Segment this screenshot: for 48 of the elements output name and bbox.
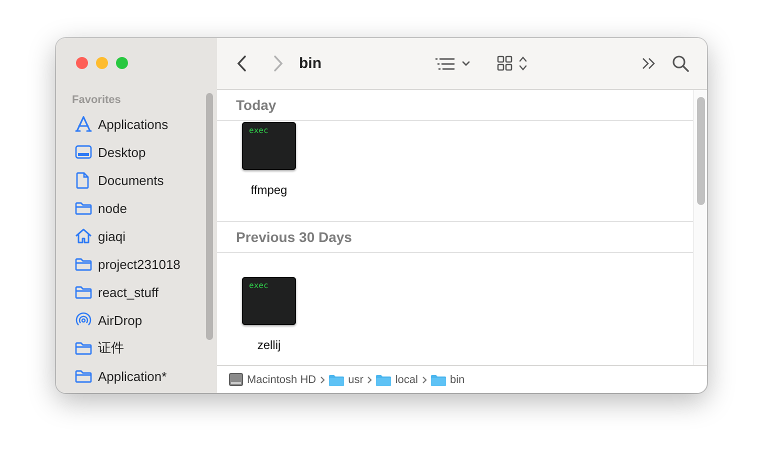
forward-icon[interactable] bbox=[273, 55, 283, 72]
section-header: Today bbox=[217, 90, 693, 121]
search-icon[interactable] bbox=[672, 55, 689, 72]
document-icon bbox=[76, 172, 90, 188]
path-item[interactable]: Macintosh HD bbox=[229, 373, 316, 386]
list-view-icon[interactable] bbox=[434, 56, 471, 70]
zoom-button[interactable] bbox=[116, 57, 128, 69]
file-name[interactable]: ffmpeg bbox=[250, 183, 288, 197]
scroll-bar[interactable] bbox=[697, 97, 705, 205]
folder-icon bbox=[74, 285, 92, 299]
home-icon bbox=[74, 228, 92, 244]
path-item[interactable]: local bbox=[376, 374, 418, 386]
grid-view-icon[interactable] bbox=[496, 55, 529, 72]
chevron-icon bbox=[367, 376, 372, 384]
executable-file-icon[interactable]: exec bbox=[242, 277, 296, 325]
folder-icon bbox=[376, 374, 392, 386]
folder-icon bbox=[74, 369, 92, 383]
back-icon[interactable] bbox=[237, 55, 247, 72]
path-item[interactable]: bin bbox=[430, 374, 465, 386]
chevron-icon bbox=[422, 376, 427, 384]
folder-icon bbox=[74, 201, 92, 215]
sidebar-item[interactable]: giaqi bbox=[56, 222, 217, 250]
section-header: Previous 30 Days bbox=[217, 222, 693, 253]
folder-icon bbox=[329, 374, 344, 386]
scroll-bar[interactable] bbox=[206, 93, 213, 340]
minimize-button[interactable] bbox=[96, 57, 108, 69]
close-button[interactable] bbox=[76, 57, 88, 69]
sidebar-item[interactable]: Applications bbox=[56, 110, 217, 138]
sidebar-item[interactable]: node bbox=[56, 194, 217, 222]
folder-icon bbox=[430, 374, 446, 386]
desktop-icon bbox=[74, 145, 92, 159]
sidebar-item[interactable]: Documents bbox=[56, 166, 217, 194]
applications-icon bbox=[74, 116, 92, 132]
chevron-icon bbox=[320, 376, 326, 384]
window-title: bin bbox=[299, 55, 322, 72]
path-item[interactable]: usr bbox=[329, 374, 364, 386]
executable-file-icon[interactable]: exec bbox=[242, 122, 296, 170]
more-icon[interactable] bbox=[642, 57, 656, 70]
sidebar-item[interactable]: AirDrop bbox=[56, 306, 217, 334]
sidebar-heading: Favorites bbox=[71, 93, 122, 108]
sidebar-item[interactable]: project231018 bbox=[56, 250, 217, 278]
sidebar-item[interactable]: react_stuff bbox=[56, 278, 217, 306]
sidebar-item[interactable]: 证件 bbox=[56, 334, 217, 362]
sidebar-item[interactable]: Application* bbox=[56, 362, 217, 390]
file-name[interactable]: zellij bbox=[257, 338, 281, 352]
folder-icon bbox=[74, 341, 92, 355]
folder-icon bbox=[74, 257, 92, 271]
sidebar-item[interactable]: Desktop bbox=[56, 138, 217, 166]
